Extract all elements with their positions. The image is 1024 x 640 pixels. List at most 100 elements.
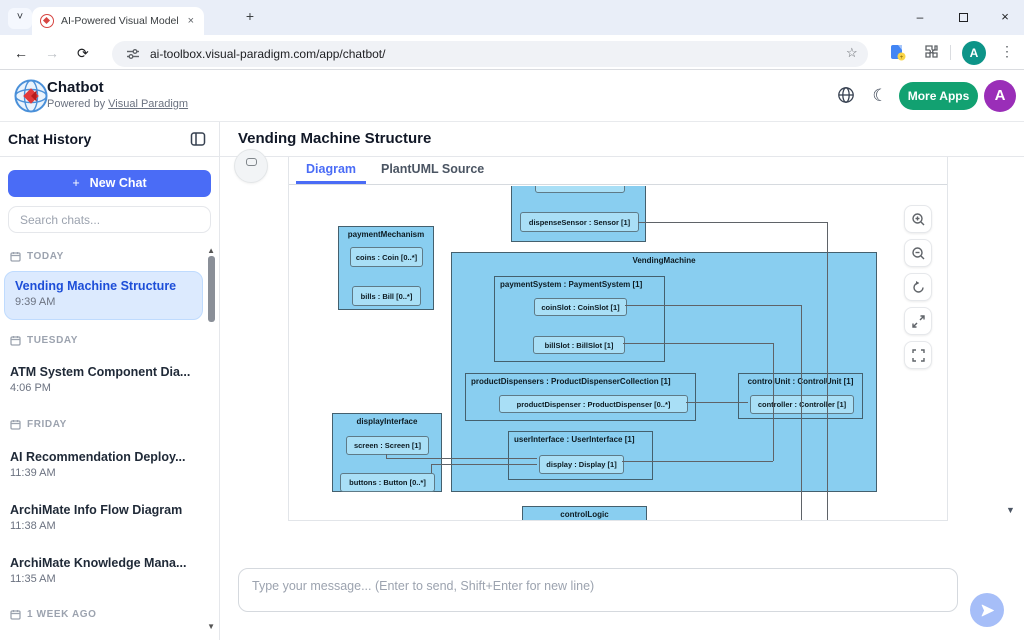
calendar-icon xyxy=(10,251,21,262)
bookmark-star-icon[interactable]: ☆ xyxy=(846,45,858,61)
zoom-out-button[interactable] xyxy=(904,239,932,267)
collapse-sidebar-icon[interactable] xyxy=(190,131,206,147)
diagram-box-payment-mechanism[interactable]: paymentMechanism coins : Coin [0..*] bil… xyxy=(338,226,434,310)
forward-button[interactable]: → xyxy=(45,45,59,61)
diagram-part-coin-slot[interactable]: coinSlot : CoinSlot [1] xyxy=(534,298,627,316)
diagram-part-dispense-sensor[interactable]: dispenseSensor : Sensor [1] xyxy=(520,212,639,232)
tab-search-button[interactable]: ˅ xyxy=(8,8,32,29)
diagram-part-coins[interactable]: coins : Coin [0..*] xyxy=(350,247,423,267)
connector-coinslot-logicunit xyxy=(801,305,802,520)
site-settings-icon[interactable] xyxy=(126,47,140,61)
url-text: ai-toolbox.visual-paradigm.com/app/chatb… xyxy=(150,47,385,61)
diagram-box-title: paymentSystem : PaymentSystem [1] xyxy=(495,280,664,289)
chat-item-selected[interactable]: Vending Machine Structure 9:39 AM xyxy=(4,271,203,320)
chat-item[interactable]: ArchiMate Knowledge Mana... 11:35 AM xyxy=(10,556,198,585)
chat-item-title: ArchiMate Knowledge Mana... xyxy=(10,556,198,570)
back-button[interactable]: ← xyxy=(14,45,28,61)
chat-item[interactable]: ArchiMate Info Flow Diagram 11:38 AM xyxy=(10,503,198,532)
conversation-title: Vending Machine Structure xyxy=(238,130,431,147)
diagram-box-product-dispensers[interactable]: productDispensers : ProductDispenserColl… xyxy=(465,373,696,421)
new-tab-button[interactable]: + xyxy=(240,8,260,24)
chat-history-sidebar: Chat History +New Chat TODAY Vending Mac… xyxy=(0,122,220,640)
tab-diagram[interactable]: Diagram xyxy=(306,162,356,176)
diagram-box-title: VendingMachine xyxy=(452,256,876,265)
toolbar-divider xyxy=(950,45,951,60)
chat-item-title: ATM System Component Dia... xyxy=(10,365,198,379)
diagram-canvas[interactable]: dispenseSensor : Sensor [1] paymentMecha… xyxy=(289,186,947,520)
more-apps-button[interactable]: More Apps xyxy=(899,82,978,110)
diagram-part-controller[interactable]: controller : Controller [1] xyxy=(750,395,854,414)
message-input[interactable] xyxy=(238,568,958,612)
chat-item-title: Vending Machine Structure xyxy=(15,279,192,293)
page-scrollbar-down-icon[interactable]: ▼ xyxy=(1006,505,1015,515)
maximize-button[interactable] xyxy=(948,6,978,28)
app-title: Chatbot xyxy=(47,79,104,96)
new-chat-button[interactable]: +New Chat xyxy=(8,170,211,197)
sidebar-scrollbar-down-icon[interactable]: ▼ xyxy=(207,622,215,631)
calendar-icon xyxy=(10,335,21,346)
diagram-box-payment-system[interactable]: paymentSystem : PaymentSystem [1] coinSl… xyxy=(494,276,665,362)
dark-mode-moon-icon[interactable]: ☾ xyxy=(870,86,890,106)
side-panel-icon[interactable]: + xyxy=(888,43,908,63)
sidebar-scrollbar-thumb[interactable] xyxy=(208,256,215,322)
diagram-box-display-interface[interactable]: displayInterface screen : Screen [1] but… xyxy=(332,413,442,492)
section-label-text: FRIDAY xyxy=(27,419,67,430)
connector-billslot-display xyxy=(623,343,773,344)
tab-plantuml-source[interactable]: PlantUML Source xyxy=(381,162,484,176)
tab-strip: ˅ AI-Powered Visual Modeling Ch × + – × xyxy=(0,0,1024,35)
minimize-button[interactable]: – xyxy=(905,6,935,28)
diagram-box-dispenser-top[interactable]: dispenseSensor : Sensor [1] xyxy=(511,186,646,242)
diagram-box-control-logic[interactable]: controlLogic logicUnit : LogicUnit [1] xyxy=(522,506,647,520)
reload-button[interactable]: ⟳ xyxy=(77,45,89,62)
diagram-box-title: productDispensers : ProductDispenserColl… xyxy=(466,377,695,386)
chrome-profile-avatar[interactable]: A xyxy=(962,41,986,65)
chrome-menu-icon[interactable]: ⋮ xyxy=(1000,43,1014,60)
address-bar[interactable]: ai-toolbox.visual-paradigm.com/app/chatb… xyxy=(112,41,868,67)
tab-title: AI-Powered Visual Modeling Ch xyxy=(61,15,179,27)
tab-close-icon[interactable]: × xyxy=(186,15,196,27)
section-label-today: TODAY xyxy=(10,251,64,262)
diagram-part-screen[interactable]: screen : Screen [1] xyxy=(346,436,429,455)
connector-coinslot-logicunit xyxy=(625,305,801,306)
scroll-top-button[interactable] xyxy=(234,149,268,183)
extensions-puzzle-icon[interactable] xyxy=(922,44,939,61)
reset-view-button[interactable] xyxy=(904,273,932,301)
chat-item-time: 11:38 AM xyxy=(10,520,198,532)
language-globe-icon[interactable] xyxy=(836,86,856,106)
visual-paradigm-link[interactable]: Visual Paradigm xyxy=(108,98,188,110)
search-chats-input[interactable] xyxy=(8,206,211,233)
chat-item-time: 11:39 AM xyxy=(10,467,198,479)
expand-button[interactable] xyxy=(904,307,932,335)
collapse-icon xyxy=(246,158,257,166)
site-favicon-icon xyxy=(40,14,54,28)
close-window-button[interactable]: × xyxy=(990,6,1020,28)
diagram-part-clipped[interactable] xyxy=(535,186,625,193)
diagram-box-title: controlLogic xyxy=(523,510,646,519)
calendar-icon xyxy=(10,609,21,620)
fullscreen-button[interactable] xyxy=(904,341,932,369)
diagram-part-display[interactable]: display : Display [1] xyxy=(539,455,624,474)
send-button[interactable] xyxy=(970,593,1004,627)
diagram-box-title: displayInterface xyxy=(333,417,441,426)
zoom-in-button[interactable] xyxy=(904,205,932,233)
diagram-part-product-dispenser[interactable]: productDispenser : ProductDispenser [0..… xyxy=(499,395,688,413)
diagram-box-user-interface[interactable]: userInterface : UserInterface [1] displa… xyxy=(508,431,653,480)
diagram-box-vending-machine[interactable]: VendingMachine paymentSystem : PaymentSy… xyxy=(451,252,877,492)
connector-buttons-display xyxy=(431,464,432,473)
section-label-friday: FRIDAY xyxy=(10,419,67,430)
diagram-part-bill-slot[interactable]: billSlot : BillSlot [1] xyxy=(533,336,625,354)
visual-paradigm-logo xyxy=(13,78,49,114)
section-label-text: TODAY xyxy=(27,251,64,262)
diagram-message-card: Diagram PlantUML Source dispenseSensor :… xyxy=(288,157,948,521)
user-avatar[interactable]: A xyxy=(984,80,1016,112)
section-label-text: 1 WEEK AGO xyxy=(27,609,97,620)
diagram-part-bills[interactable]: bills : Bill [0..*] xyxy=(352,286,421,306)
section-label-week-ago: 1 WEEK AGO xyxy=(10,609,97,620)
chat-item[interactable]: ATM System Component Dia... 4:06 PM xyxy=(10,365,198,394)
chat-item[interactable]: AI Recommendation Deploy... 11:39 AM xyxy=(10,450,198,479)
sidebar-scrollbar-up-icon[interactable]: ▲ xyxy=(207,246,215,255)
browser-tab[interactable]: AI-Powered Visual Modeling Ch × xyxy=(32,7,204,35)
chat-item-time: 9:39 AM xyxy=(15,296,192,308)
diagram-part-buttons[interactable]: buttons : Button [0..*] xyxy=(340,473,435,492)
sidebar-header: Chat History xyxy=(0,122,219,157)
